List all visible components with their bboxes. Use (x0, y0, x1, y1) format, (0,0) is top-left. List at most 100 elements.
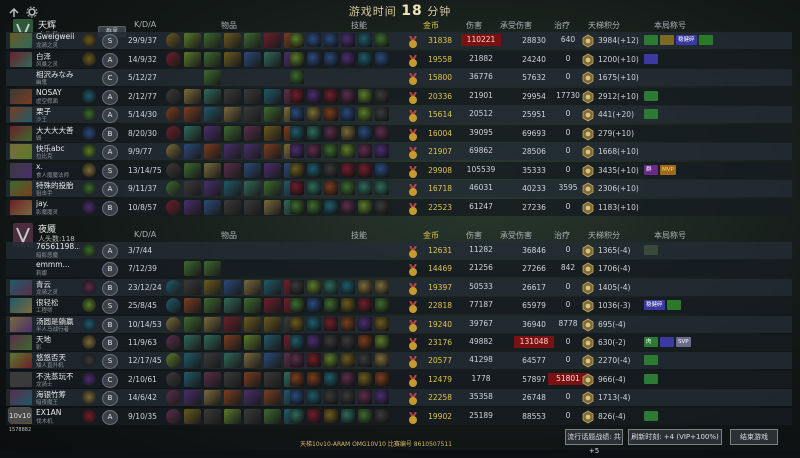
skill-icon[interactable] (307, 33, 321, 47)
player-avatar[interactable] (10, 70, 32, 85)
item-icon[interactable] (204, 390, 221, 406)
title-badge[interactable]: SVP (676, 337, 691, 347)
item-icon[interactable] (204, 162, 221, 178)
skill-icon[interactable] (375, 390, 389, 405)
skill-icon[interactable] (324, 408, 338, 423)
item-icon[interactable] (264, 371, 281, 387)
skill-icon[interactable] (341, 181, 355, 195)
item-icon[interactable] (264, 243, 281, 258)
player-avatar[interactable] (10, 390, 32, 406)
item-icon[interactable] (224, 51, 241, 67)
item-icon[interactable] (184, 243, 201, 258)
item-icon[interactable] (166, 70, 181, 85)
player-avatar[interactable] (10, 261, 32, 276)
player-row[interactable]: 大大大大善毁 B 8/20/30 16004 39095 69693 0 279(+10) (6, 124, 792, 142)
item-icon[interactable] (204, 353, 221, 369)
item-icon[interactable] (184, 261, 201, 277)
item-icon[interactable] (166, 51, 181, 67)
skill-icon[interactable] (375, 335, 389, 349)
item-icon[interactable] (184, 88, 201, 104)
player-row[interactable]: 海银竹筹 暗夜魔王 B 14/6/42 22258 35358 26748 0 1713(-4) (6, 389, 792, 407)
skill-icon[interactable] (307, 199, 321, 214)
skill-icon[interactable] (324, 88, 338, 103)
player-row[interactable]: 很轻松 工程师 S 25/8/45 22818 77187 65979 0 1036(-3) 稳健… (6, 297, 792, 315)
skill-icon[interactable] (324, 181, 338, 195)
skill-icon[interactable] (324, 371, 338, 386)
skill-icon[interactable] (307, 181, 321, 195)
item-icon[interactable] (264, 335, 281, 350)
skill-icon[interactable] (290, 162, 304, 177)
skill-icon[interactable] (341, 199, 355, 214)
player-avatar[interactable] (10, 181, 32, 196)
item-icon[interactable] (244, 298, 261, 314)
skill-icon[interactable] (341, 125, 355, 140)
player-avatar[interactable] (10, 51, 32, 67)
skill-icon[interactable] (341, 162, 355, 177)
skill-icon[interactable] (375, 125, 389, 140)
title-badge[interactable] (666, 300, 681, 311)
item-icon[interactable] (264, 279, 281, 295)
player-avatar[interactable] (10, 298, 32, 314)
skill-icon[interactable] (324, 353, 338, 368)
skill-icon[interactable] (341, 335, 355, 349)
item-icon[interactable] (264, 199, 281, 215)
skill-icon[interactable] (375, 70, 389, 84)
item-icon[interactable] (264, 70, 281, 85)
item-icon[interactable] (224, 335, 241, 350)
item-icon[interactable] (264, 51, 281, 67)
item-icon[interactable] (264, 33, 281, 48)
skill-icon[interactable] (324, 107, 338, 121)
player-row[interactable]: 天地影 B 11/9/63 23176 49882 131048 0 630(-2) 肉 SVP (6, 334, 792, 351)
item-icon[interactable] (244, 371, 261, 387)
skill-icon[interactable] (307, 298, 321, 313)
item-icon[interactable] (224, 88, 241, 104)
skill-icon[interactable] (358, 144, 372, 158)
skill-icon[interactable] (307, 408, 321, 423)
title-badge[interactable]: 稳健碎 (676, 35, 697, 45)
skill-icon[interactable] (358, 371, 372, 386)
item-icon[interactable] (184, 199, 201, 215)
skill-icon[interactable] (307, 70, 321, 84)
title-badge[interactable] (644, 90, 658, 101)
player-avatar[interactable] (10, 199, 32, 215)
item-icon[interactable] (204, 88, 221, 104)
skill-icon[interactable] (290, 335, 304, 349)
skill-icon[interactable] (341, 298, 355, 313)
skill-icon[interactable] (324, 279, 338, 294)
player-avatar[interactable] (10, 162, 32, 178)
skill-icon[interactable] (290, 353, 304, 368)
skill-icon[interactable] (375, 261, 389, 275)
skill-icon[interactable] (375, 88, 389, 103)
item-icon[interactable] (244, 125, 261, 141)
title-badge[interactable] (644, 109, 658, 119)
skill-icon[interactable] (375, 353, 389, 368)
skill-icon[interactable] (290, 316, 304, 331)
item-icon[interactable] (166, 261, 181, 276)
item-icon[interactable] (204, 144, 221, 159)
skill-icon[interactable] (307, 107, 321, 121)
item-icon[interactable] (204, 316, 221, 332)
title-badge[interactable]: MVP (660, 164, 676, 175)
skill-icon[interactable] (358, 70, 372, 84)
player-name[interactable]: Gweigweii (36, 32, 80, 41)
title-badge[interactable] (644, 35, 658, 45)
item-icon[interactable] (264, 298, 281, 314)
skill-icon[interactable] (290, 390, 304, 405)
skill-icon[interactable] (375, 371, 389, 386)
item-icon[interactable] (184, 162, 201, 178)
skill-icon[interactable] (341, 243, 355, 257)
skill-icon[interactable] (358, 125, 372, 140)
skill-icon[interactable] (375, 199, 389, 214)
skill-icon[interactable] (341, 390, 355, 405)
item-icon[interactable] (166, 298, 181, 314)
title-badge[interactable]: 群 (644, 164, 658, 175)
item-icon[interactable] (166, 125, 181, 141)
item-icon[interactable] (264, 181, 281, 196)
player-row[interactable]: jay. 影魔魔灵 B 10/8/57 22523 61247 27236 0 1183(+10… (6, 198, 792, 216)
item-icon[interactable] (224, 70, 241, 85)
skill-icon[interactable] (324, 144, 338, 158)
item-icon[interactable] (224, 107, 241, 122)
item-icon[interactable] (184, 316, 201, 332)
item-icon[interactable] (244, 181, 261, 196)
skill-icon[interactable] (307, 51, 321, 66)
